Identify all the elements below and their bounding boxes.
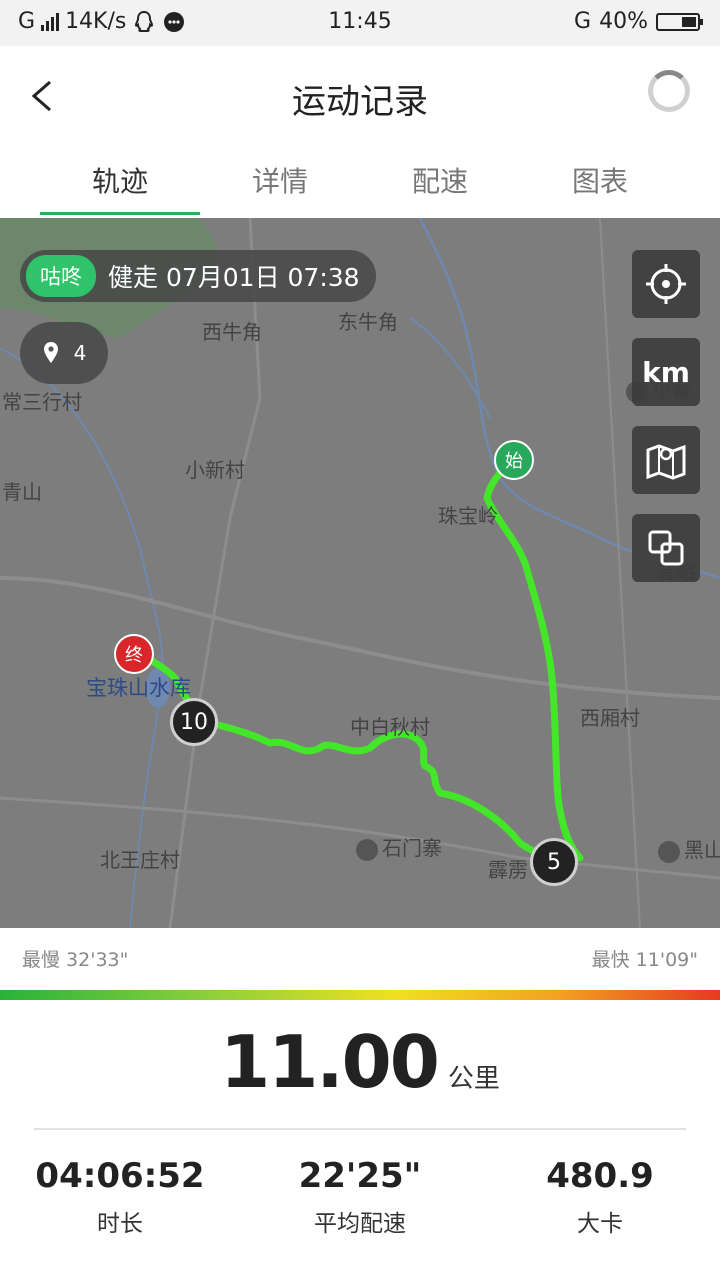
map-icon — [646, 444, 686, 480]
tab-track[interactable]: 轨迹 — [40, 160, 200, 200]
activity-text: 健走 07月01日 07:38 — [108, 263, 360, 292]
activity-info-pill: 咕咚 健走 07月01日 07:38 — [20, 250, 376, 302]
stat-value: 22'25" — [298, 1156, 422, 1196]
battery-percent: 40% — [599, 9, 648, 34]
place-label: 黑山 — [684, 838, 720, 862]
tab-bar: 轨迹 详情 配速 图表 — [0, 146, 720, 220]
map-place: 常三行村 — [2, 390, 82, 414]
distance-summary: 11.00 公里 — [0, 1020, 720, 1104]
active-tab-indicator — [40, 212, 200, 215]
map-place: 青山 — [2, 480, 42, 504]
map-place: 珠宝岭 — [438, 504, 498, 528]
location-pin-icon — [43, 342, 58, 363]
stat-value: 480.9 — [546, 1156, 654, 1196]
route-map[interactable]: 西牛角 东牛角 常三行村 小新村 青山 珠宝岭 西厢村 中白秋村 石门寨 霹雳 … — [0, 218, 720, 928]
map-place: 小新村 — [185, 458, 245, 482]
stat-label: 平均配速 — [314, 1211, 406, 1237]
battery-icon — [656, 12, 703, 31]
page-title: 运动记录 — [292, 82, 428, 122]
stat-calories: 480.9 大卡 — [480, 1156, 720, 1238]
locate-icon — [646, 264, 686, 304]
tab-details[interactable]: 详情 — [200, 160, 360, 200]
map-place: 西牛角 — [202, 320, 262, 344]
status-bar: G 14K/s 11:45 G 40% — [0, 0, 720, 46]
status-right: G 40% — [574, 9, 703, 34]
map-place: 西厢村 — [580, 706, 640, 730]
map-place: 霹雳 — [488, 858, 528, 882]
divider — [34, 1128, 686, 1130]
end-marker[interactable]: 终 — [114, 634, 154, 674]
stat-label: 大卡 — [577, 1211, 623, 1237]
tab-charts[interactable]: 图表 — [520, 160, 680, 200]
layers-button[interactable] — [632, 514, 700, 582]
km-marker-5[interactable]: 5 — [530, 838, 578, 886]
map-type-button[interactable] — [632, 426, 700, 494]
start-marker[interactable]: 始 — [494, 440, 534, 480]
stat-value: 04:06:52 — [35, 1156, 205, 1196]
mountain-icon — [356, 838, 378, 861]
unit-toggle-button[interactable]: km — [632, 338, 700, 406]
app-header: 运动记录 — [0, 46, 720, 146]
map-place-reservoir: 宝珠山水库 — [86, 676, 191, 700]
pace-legend: 最慢 32'33" 最快 11'09" — [0, 945, 720, 975]
sim-indicator: G — [574, 9, 592, 34]
tab-pace[interactable]: 配速 — [360, 160, 520, 200]
stat-duration: 04:06:52 时长 — [0, 1156, 240, 1238]
map-place: 东牛角 — [338, 310, 398, 334]
slowest-pace: 最慢 32'33" — [22, 949, 129, 971]
map-place-peak: 黑山 — [658, 834, 720, 863]
stat-avg-pace: 22'25" 平均配速 — [240, 1156, 480, 1238]
poi-count-pill[interactable]: 4 — [20, 322, 108, 384]
place-label: 石门寨 — [382, 836, 442, 860]
fastest-pace: 最快 11'09" — [591, 949, 698, 971]
pace-gradient-bar — [0, 990, 720, 1000]
distance-value: 11.00 — [220, 1020, 440, 1104]
map-place: 中白秋村 — [350, 715, 430, 739]
locate-button[interactable] — [632, 250, 700, 318]
distance-unit: 公里 — [447, 1064, 500, 1094]
stat-label: 时长 — [97, 1211, 143, 1237]
map-place: 北王庄村 — [100, 848, 180, 872]
brand-badge: 咕咚 — [26, 255, 96, 297]
map-place-peak: 石门寨 — [356, 832, 442, 861]
loading-spinner-icon[interactable] — [648, 70, 690, 112]
mountain-icon — [658, 840, 680, 863]
km-marker-10[interactable]: 10 — [170, 698, 218, 746]
poi-count: 4 — [73, 341, 87, 365]
layers-icon — [648, 530, 684, 566]
